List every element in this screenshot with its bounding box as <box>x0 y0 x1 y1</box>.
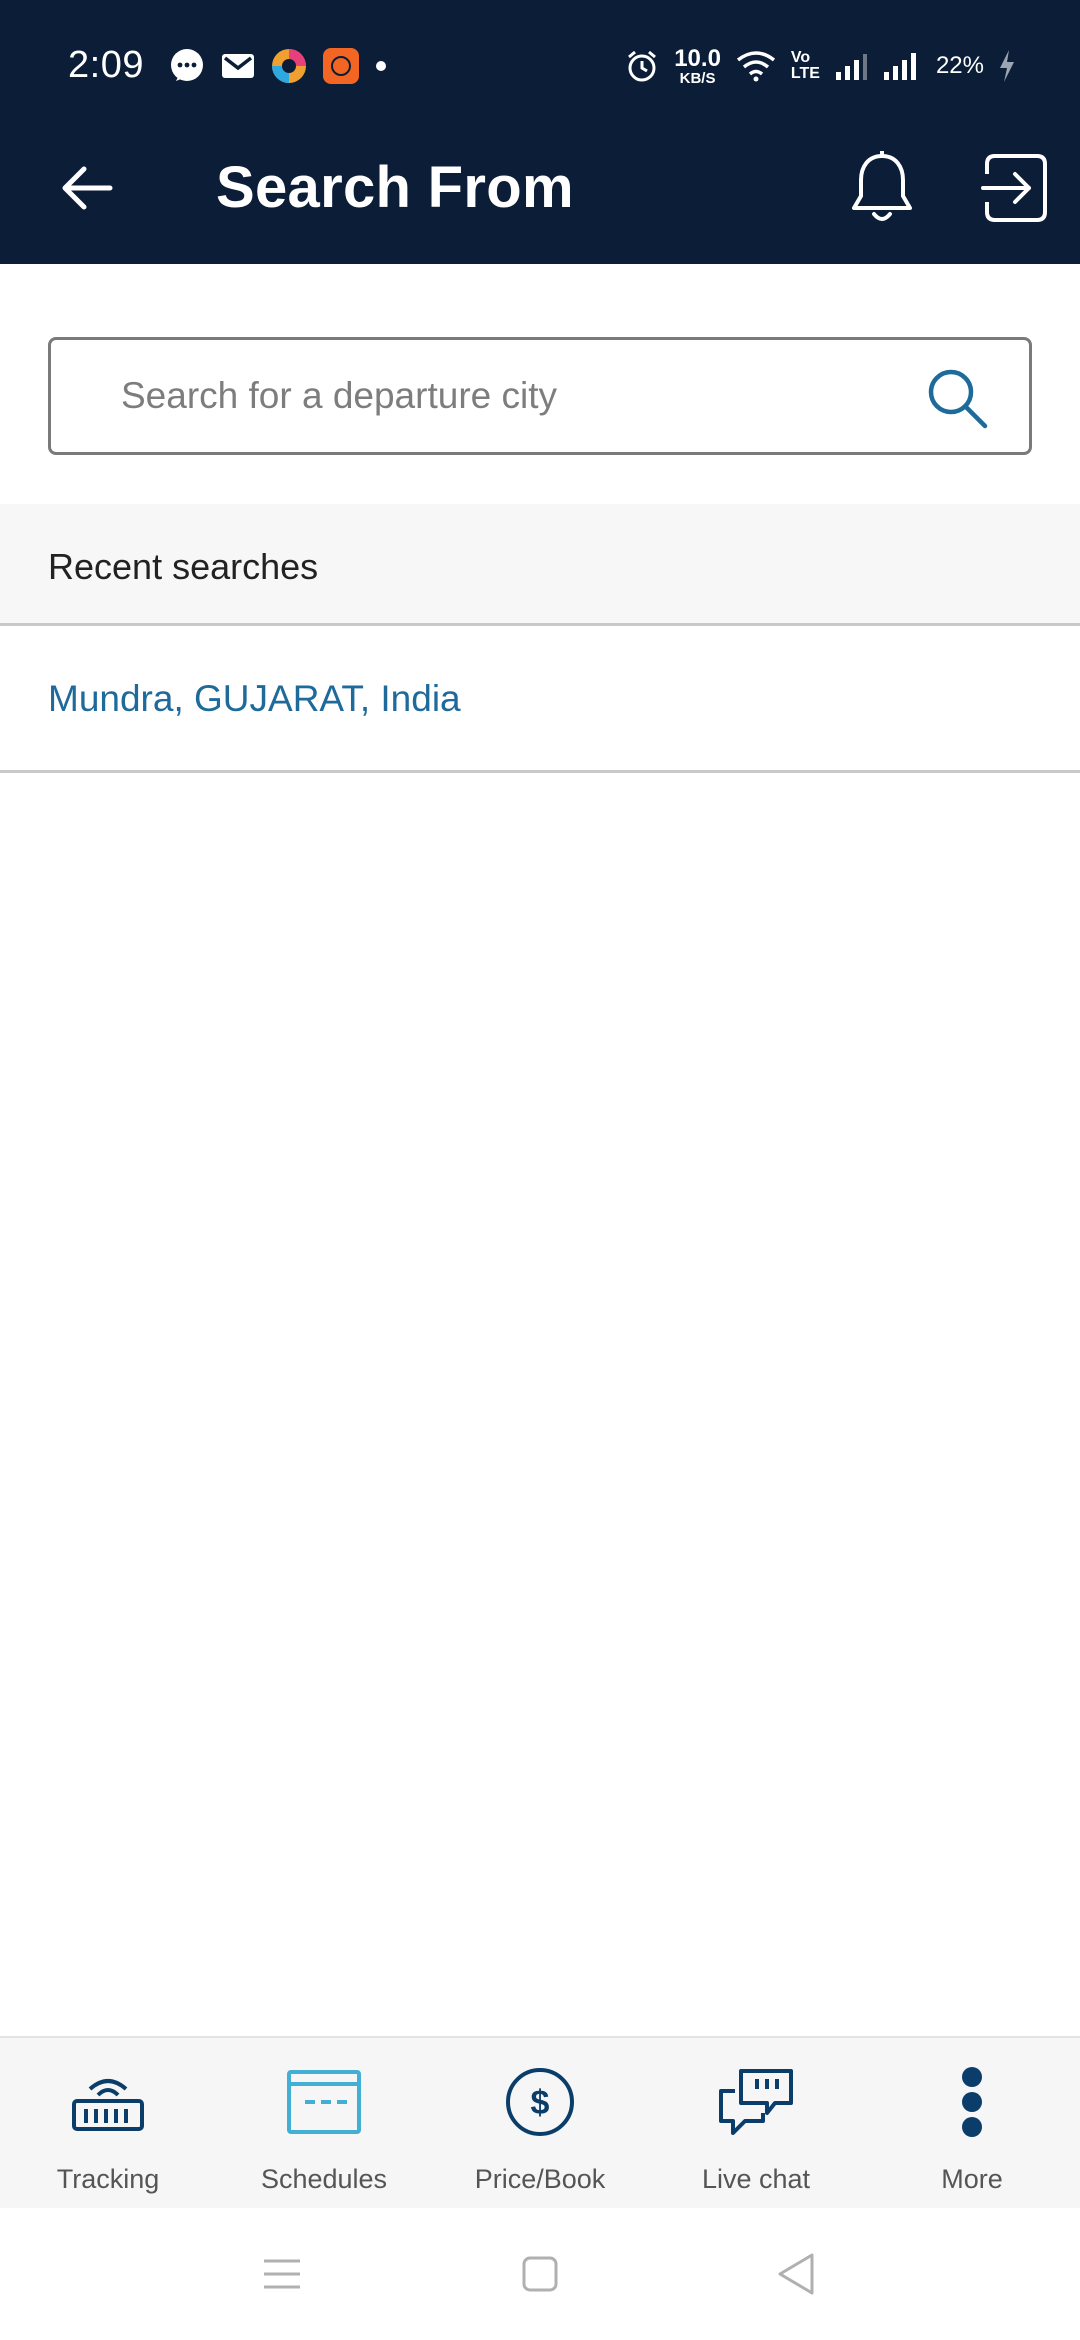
recent-search-item[interactable]: Mundra, GUJARAT, India <box>0 626 1080 773</box>
app-bar: Search From <box>0 130 1080 264</box>
logout-button[interactable] <box>972 142 1058 234</box>
messenger-icon <box>168 47 206 85</box>
nav-live-chat[interactable]: Live chat <box>648 2038 864 2208</box>
logout-icon <box>981 154 1047 222</box>
system-status-icons: 10.0 KB/S Vo LTE 22% <box>624 44 1016 88</box>
nav-schedules[interactable]: Schedules <box>216 2038 432 2208</box>
schedules-icon <box>279 2064 369 2140</box>
search-input[interactable] <box>121 340 941 452</box>
search-box[interactable] <box>48 337 1032 455</box>
recent-search-label: Mundra, GUJARAT, India <box>48 678 461 719</box>
notifications-button[interactable] <box>842 140 922 236</box>
notification-icons <box>168 46 388 86</box>
volte-indicator: Vo LTE <box>790 49 820 82</box>
nav-schedules-label: Schedules <box>260 2164 388 2194</box>
network-speed: 10.0 KB/S <box>674 44 721 87</box>
nav-price-book-label: Price/Book <box>474 2164 606 2194</box>
gmail-icon <box>220 51 256 81</box>
bottom-navigation: Tracking Schedules $ Price/Book Live cha… <box>0 2036 1080 2208</box>
system-back-button[interactable] <box>766 2244 826 2304</box>
triangle-back-icon <box>778 2253 814 2295</box>
nav-live-chat-label: Live chat <box>701 2164 811 2194</box>
browser-app-icon <box>270 47 308 85</box>
arrow-left-icon <box>62 166 113 210</box>
charging-bolt-icon <box>998 49 1016 83</box>
battery-percentage: 22% <box>935 52 984 79</box>
price-book-icon: $ <box>495 2064 585 2140</box>
page-title: Search From <box>216 155 574 220</box>
nav-tracking-label: Tracking <box>56 2164 160 2194</box>
search-panel <box>0 264 1080 504</box>
nav-price-book[interactable]: $ Price/Book <box>432 2038 648 2208</box>
svg-text:$: $ <box>531 2084 550 2122</box>
alarm-icon <box>624 48 660 84</box>
nav-more-label: More <box>941 2164 1003 2194</box>
system-navigation-bar <box>0 2208 1080 2340</box>
recent-searches-header: Recent searches <box>0 504 1080 626</box>
menu-lines-icon <box>264 2259 300 2289</box>
search-icon[interactable] <box>925 366 989 430</box>
recent-searches-title: Recent searches <box>48 546 319 587</box>
status-bar: 2:09 10.0 KB/S Vo LTE 22% <box>0 0 1080 130</box>
more-notifications-dot-icon <box>374 59 388 73</box>
home-button[interactable] <box>510 2244 570 2304</box>
live-chat-icon <box>711 2064 801 2140</box>
nav-more[interactable]: More <box>864 2038 1080 2208</box>
more-icon <box>927 2064 1017 2140</box>
recent-apps-button[interactable] <box>252 2244 312 2304</box>
square-icon <box>522 2256 558 2292</box>
status-time: 2:09 <box>68 44 144 86</box>
nav-tracking[interactable]: Tracking <box>0 2038 216 2208</box>
signal-sim2-icon <box>882 50 922 82</box>
bell-icon <box>852 151 912 221</box>
back-button[interactable] <box>48 150 124 226</box>
orange-app-icon <box>322 47 360 85</box>
wifi-icon <box>735 50 777 82</box>
tracking-icon <box>63 2064 153 2140</box>
signal-sim1-icon <box>834 50 868 82</box>
